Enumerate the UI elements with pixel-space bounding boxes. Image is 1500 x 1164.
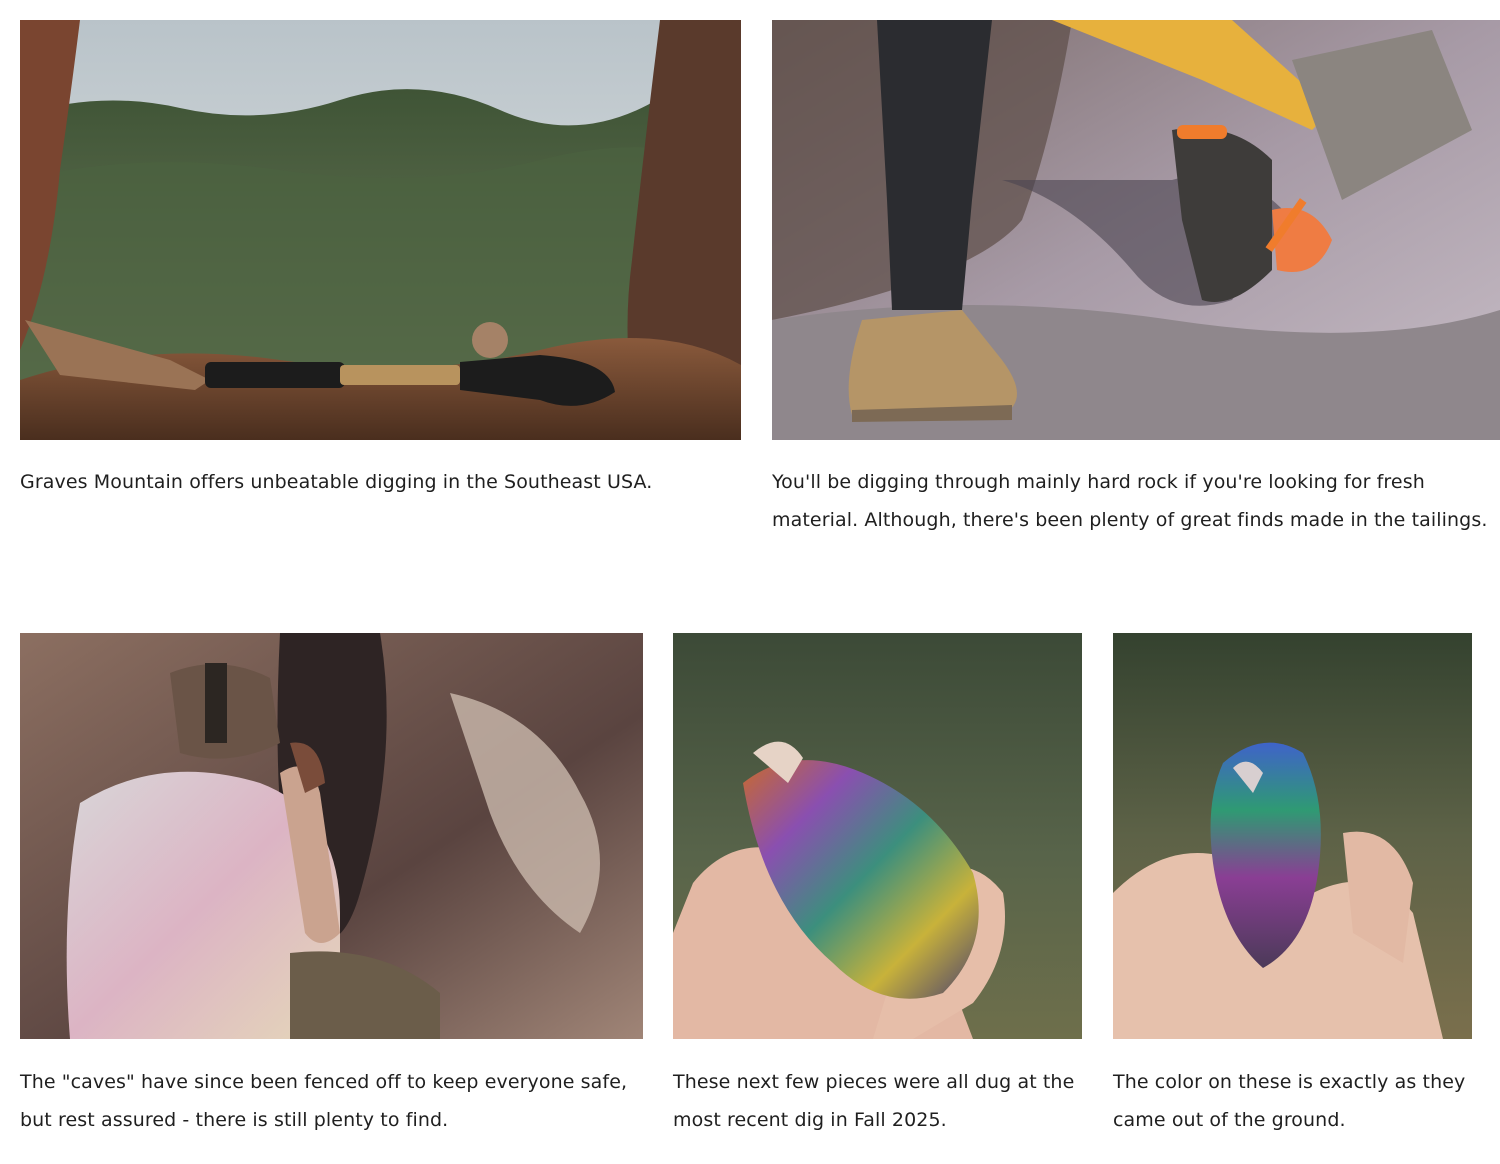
shovel-forest-image (20, 20, 741, 440)
digger-cave-image (20, 633, 643, 1039)
gallery-caption-2: You'll be digging through mainly hard ro… (772, 471, 1488, 531)
gallery-photo-digger-cave[interactable] (20, 633, 643, 1039)
gallery-photo-specimen-large[interactable] (673, 633, 1082, 1039)
gallery-photo-specimen-small[interactable] (1113, 633, 1472, 1039)
specimen-large-image (673, 633, 1082, 1039)
specimen-small-image (1113, 633, 1472, 1039)
gallery-photo-hammer-boot[interactable] (772, 20, 1500, 440)
gallery-photo-shovel-forest[interactable] (20, 20, 741, 440)
hammer-boot-image (772, 20, 1500, 440)
gallery-caption-5: The color on these is exactly as they ca… (1113, 1071, 1466, 1131)
gallery-caption-3: The "caves" have since been fenced off t… (20, 1071, 628, 1131)
gallery-caption-4: These next few pieces were all dug at th… (673, 1071, 1075, 1131)
gallery-caption-1: Graves Mountain offers unbeatable diggin… (20, 471, 653, 493)
